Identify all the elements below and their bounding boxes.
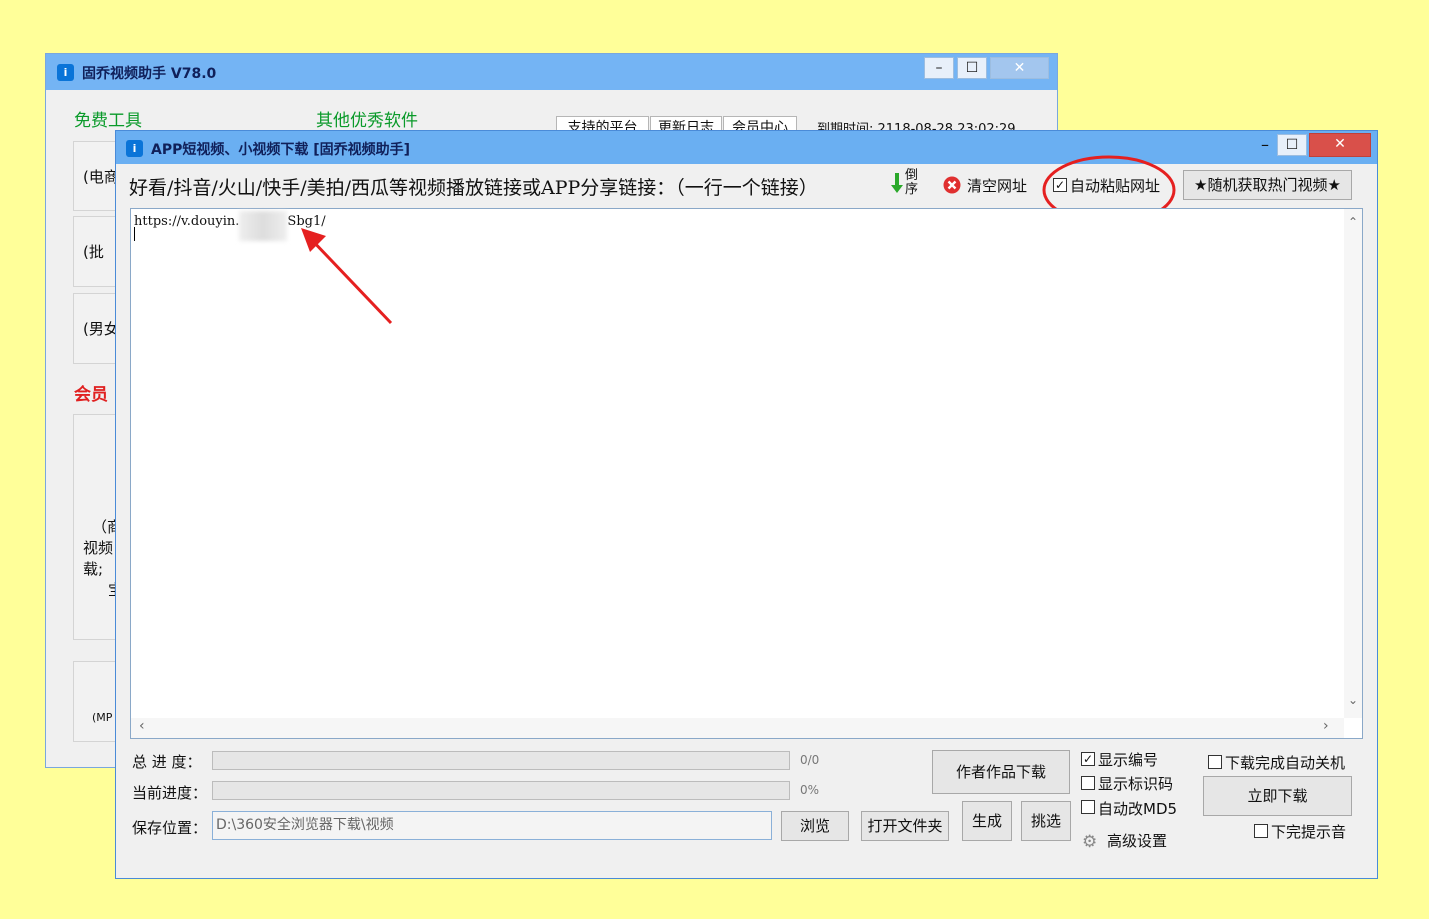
tool-item-3-label: (男女 [83, 320, 119, 338]
text-cursor [134, 227, 135, 241]
show-id-code-label: 显示标识码 [1098, 775, 1174, 793]
pick-button[interactable]: 挑选 [1021, 801, 1071, 841]
advanced-settings-button[interactable]: 高级设置 [1107, 830, 1167, 851]
shutdown-after-checkbox[interactable] [1208, 755, 1222, 769]
maximize-button[interactable]: ☐ [957, 57, 987, 79]
member-heading: 会员 [74, 385, 108, 405]
show-number-checkbox[interactable]: ✓ [1081, 752, 1095, 766]
generate-button[interactable]: 生成 [962, 801, 1012, 841]
vertical-scrollbar[interactable]: ⌃ ⌄ [1344, 209, 1362, 718]
done-sound-checkbox[interactable] [1254, 824, 1268, 838]
tool-item-mp[interactable]: (MP [73, 661, 117, 742]
horizontal-scrollbar[interactable]: ‹ › [131, 718, 1344, 738]
reverse-order-button[interactable]: 倒序 [905, 169, 919, 197]
done-sound-label: 下完提示音 [1271, 823, 1347, 841]
auto-md5-checkbox[interactable] [1081, 800, 1095, 814]
annotation-arrow [301, 228, 393, 325]
show-id-code-checkbox[interactable] [1081, 776, 1095, 790]
browse-button[interactable]: 浏览 [781, 811, 849, 841]
auto-md5-label: 自动改MD5 [1098, 800, 1178, 818]
blurred-url-segment [239, 211, 288, 241]
show-number-label: 显示编号 [1098, 751, 1159, 769]
other-software-heading: 其他优秀软件 [316, 111, 418, 131]
clear-icon[interactable] [943, 176, 961, 194]
front-title-bar: i APP短视频、小视频下载 [固乔视频助手] – ☐ ✕ [116, 131, 1377, 164]
minimize-button[interactable]: – [924, 57, 954, 79]
current-progress-bar [212, 781, 790, 800]
clear-urls-button[interactable]: 清空网址 [967, 175, 1027, 196]
scroll-left-icon[interactable]: ‹ [139, 718, 145, 734]
current-progress-label: 当前进度： [132, 784, 208, 802]
save-path-input[interactable]: D:\360安全浏览器下载\视频 [212, 811, 772, 840]
minimize-button[interactable]: – [1250, 135, 1280, 157]
tool-item-mp-label: (MP [92, 711, 113, 724]
scroll-up-icon[interactable]: ⌃ [1348, 215, 1358, 229]
current-progress-value: 0% [800, 783, 820, 797]
maximize-button[interactable]: ☐ [1277, 134, 1307, 156]
back-window-title: 固乔视频助手 V78.0 [82, 66, 217, 82]
reverse-arrow-icon[interactable] [890, 173, 904, 193]
tool-item-2[interactable]: (批 [73, 216, 117, 287]
scroll-down-icon[interactable]: ⌄ [1348, 693, 1358, 707]
app-icon: i [57, 64, 74, 81]
save-location-label: 保存位置： [132, 819, 208, 837]
total-progress-value: 0/0 [800, 753, 820, 767]
tool-item-2-label: (批 [83, 243, 104, 261]
app-icon: i [126, 140, 143, 157]
member-tool-panel[interactable]: （商 视频 载; 宝 [73, 414, 123, 640]
back-title-bar: i 固乔视频助手 V78.0 – ☐ ✕ [46, 54, 1057, 90]
tool-item-3[interactable]: (男女 [73, 293, 119, 364]
close-button[interactable]: ✕ [1309, 133, 1371, 157]
download-now-button[interactable]: 立即下载 [1203, 776, 1352, 816]
shutdown-after-label: 下载完成自动关机 [1225, 754, 1346, 772]
tool-item-1[interactable]: (电商 [73, 141, 119, 211]
total-progress-label: 总 进 度： [132, 753, 202, 771]
member-line-3: 载; [83, 560, 104, 578]
close-button[interactable]: ✕ [990, 57, 1049, 79]
member-line-2: 视频 [83, 539, 114, 557]
instruction-label: 好看/抖音/火山/快手/美拍/西瓜等视频播放链接或APP分享链接：（一行一个链接… [129, 177, 818, 199]
total-progress-bar [212, 751, 790, 770]
random-hot-videos-button[interactable]: ★随机获取热门视频★ [1183, 170, 1352, 200]
tool-item-1-label: (电商 [83, 168, 119, 186]
gear-icon[interactable]: ⚙ [1082, 832, 1097, 852]
front-window-title: APP短视频、小视频下载 [固乔视频助手] [151, 142, 411, 158]
scroll-right-icon[interactable]: › [1323, 718, 1329, 734]
front-window: i APP短视频、小视频下载 [固乔视频助手] – ☐ ✕ 好看/抖音/火山/快… [115, 130, 1378, 879]
open-folder-button[interactable]: 打开文件夹 [861, 811, 949, 841]
author-works-download-button[interactable]: 作者作品下载 [932, 750, 1070, 794]
url-prefix: https://v.douyin. [134, 214, 240, 229]
free-tools-heading: 免费工具 [74, 111, 142, 131]
